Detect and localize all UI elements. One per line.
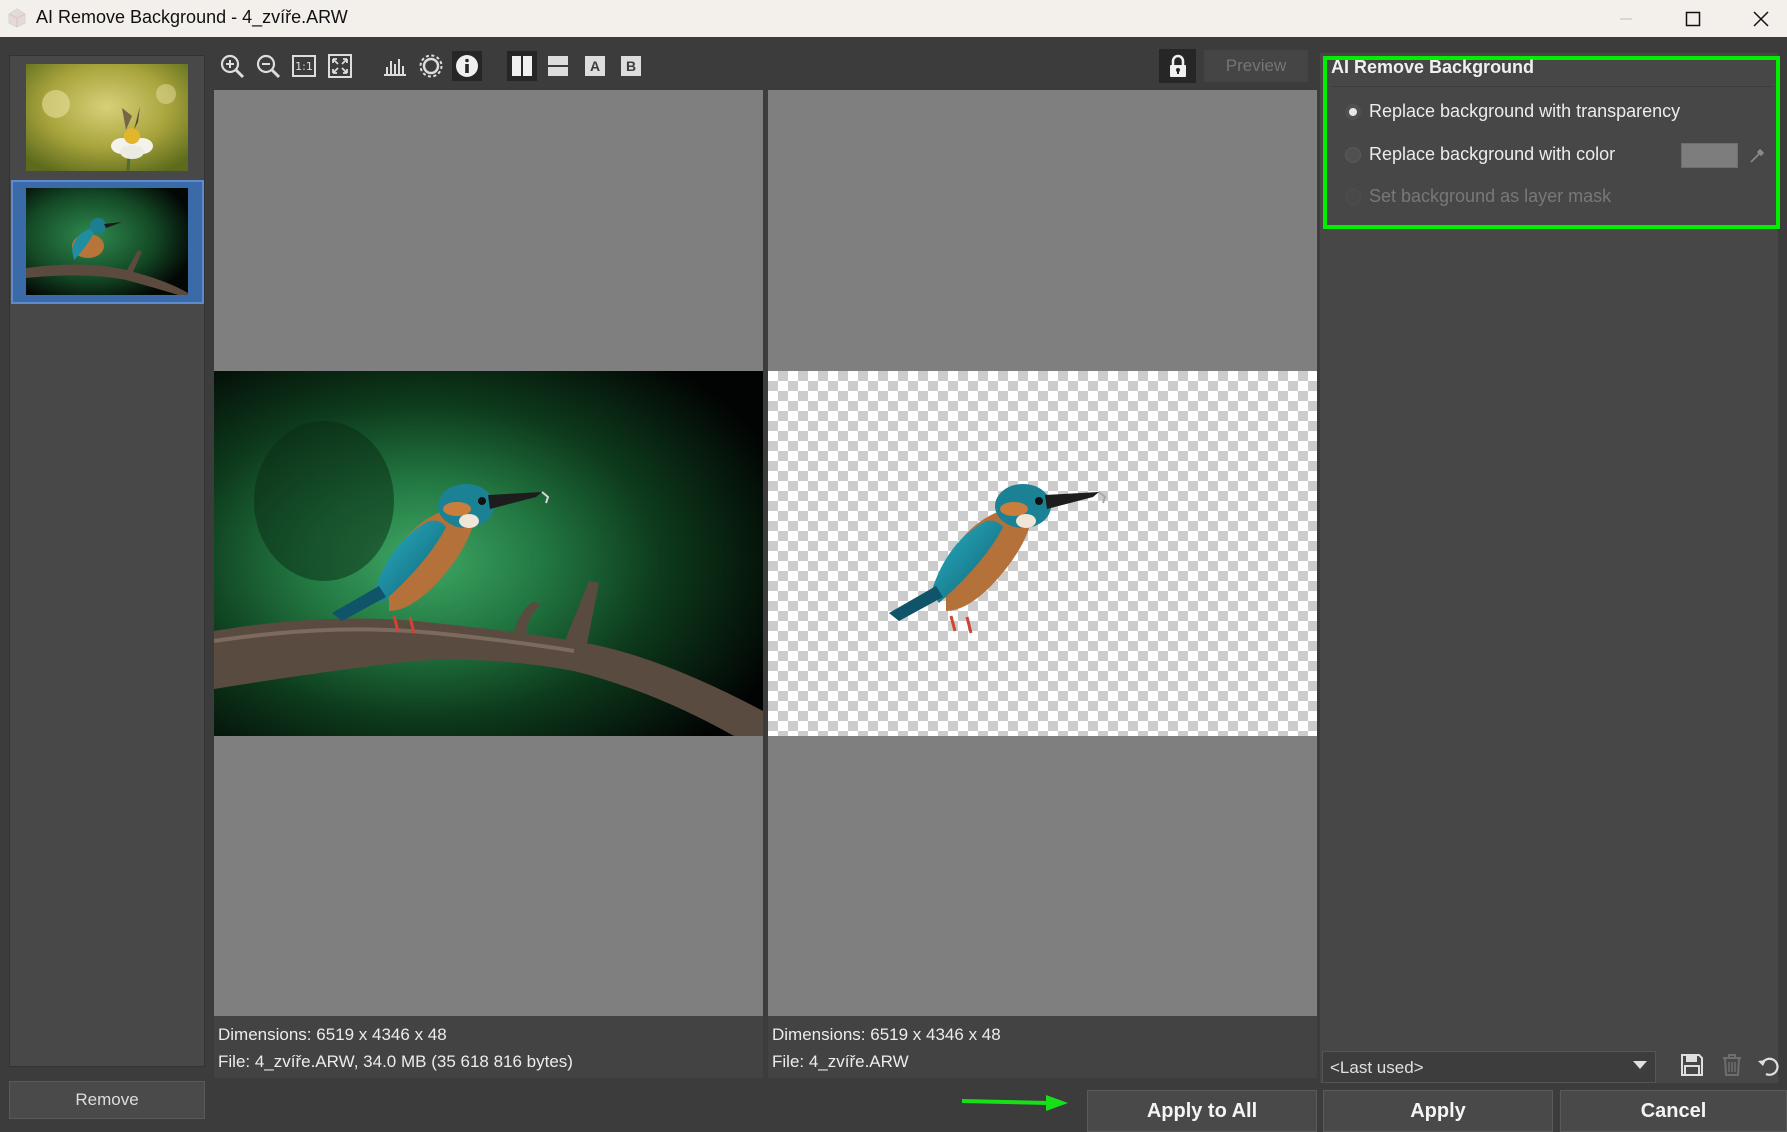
- fit-to-window-button[interactable]: [325, 51, 355, 81]
- split-horizontal-icon: [548, 56, 568, 76]
- actual-size-icon: 1:1: [292, 55, 316, 77]
- trash-icon: [1723, 1054, 1741, 1076]
- options-title: AI Remove Background: [1331, 57, 1535, 77]
- split-horizontal-button[interactable]: [543, 51, 573, 81]
- thumbnail-butterfly[interactable]: [26, 64, 188, 171]
- maximize-button[interactable]: [1664, 0, 1722, 37]
- save-icon: [1681, 1054, 1703, 1076]
- remove-button[interactable]: Remove: [9, 1081, 205, 1119]
- window-title: AI Remove Background - 4_zvíře.ARW: [36, 7, 348, 27]
- zoom-in-icon: [220, 54, 245, 79]
- original-photo: [214, 371, 763, 736]
- radio-transparency-label[interactable]: Replace background with transparency: [1369, 101, 1680, 122]
- cancel-button[interactable]: Cancel: [1560, 1090, 1787, 1132]
- app-icon: [8, 8, 26, 28]
- apply-button[interactable]: Apply: [1323, 1090, 1553, 1132]
- info-button[interactable]: [452, 51, 482, 81]
- original-file-text: File: 4_zvíře.ARW, 34.0 MB (35 618 816 b…: [218, 1052, 573, 1071]
- close-icon: [1753, 10, 1769, 27]
- zoom-out-button[interactable]: [253, 51, 283, 81]
- preview-button[interactable]: Preview: [1204, 50, 1308, 82]
- close-button[interactable]: [1732, 0, 1787, 37]
- histogram-icon: [384, 59, 406, 76]
- histogram-button[interactable]: [380, 51, 410, 81]
- radio-color[interactable]: [1345, 147, 1361, 163]
- maximize-icon: [1685, 11, 1701, 26]
- minimize-icon: [1620, 18, 1632, 19]
- original-info-bar: Dimensions: 6519 x 4346 x 48 File: 4_zví…: [214, 1016, 763, 1078]
- save-preset-button[interactable]: [1678, 1050, 1706, 1080]
- radio-color-label[interactable]: Replace background with color: [1369, 144, 1615, 165]
- view-a-icon: A: [585, 56, 605, 76]
- result-photo-transparent: [768, 371, 1317, 736]
- result-file-text: File: 4_zvíře.ARW: [772, 1052, 909, 1071]
- undo-icon: [1758, 1057, 1779, 1076]
- zoom-out-icon: [256, 54, 281, 79]
- result-image-pane[interactable]: [768, 90, 1317, 1016]
- reset-preset-button[interactable]: [1755, 1050, 1783, 1080]
- info-icon: [456, 55, 478, 77]
- butterfly-thumbnail-image: [26, 64, 188, 171]
- lock-view-button[interactable]: [1159, 49, 1196, 83]
- eyedropper-button[interactable]: [1744, 143, 1770, 168]
- eyedropper-icon: [1750, 148, 1765, 163]
- title-bar: AI Remove Background - 4_zvíře.ARW: [0, 0, 1787, 37]
- radio-transparency[interactable]: [1345, 104, 1361, 120]
- minimize-button[interactable]: [1597, 0, 1655, 37]
- thumbnail-kingfisher[interactable]: [26, 188, 188, 295]
- zoom-in-button[interactable]: [217, 51, 247, 81]
- delete-preset-button[interactable]: [1718, 1050, 1746, 1080]
- view-a-button[interactable]: A: [580, 51, 610, 81]
- preset-dropdown[interactable]: <Last used>: [1322, 1051, 1656, 1083]
- view-b-icon: B: [621, 56, 641, 76]
- fit-to-window-icon: [328, 54, 352, 78]
- exposure-icon: [419, 54, 443, 78]
- green-arrow-annotation: [961, 1095, 1068, 1111]
- background-color-swatch[interactable]: [1681, 143, 1738, 168]
- split-vertical-icon: [512, 56, 532, 76]
- original-image-pane[interactable]: [214, 90, 763, 1016]
- original-dimensions-text: Dimensions: 6519 x 4346 x 48: [218, 1025, 447, 1044]
- view-b-button[interactable]: B: [616, 51, 646, 81]
- exposure-button[interactable]: [416, 51, 446, 81]
- options-divider: [1330, 86, 1774, 87]
- split-vertical-button[interactable]: [507, 51, 537, 81]
- radio-layer-mask[interactable]: [1345, 189, 1361, 205]
- chevron-down-icon: [1633, 1061, 1647, 1069]
- result-dimensions-text: Dimensions: 6519 x 4346 x 48: [772, 1025, 1001, 1044]
- apply-to-all-button[interactable]: Apply to All: [1087, 1090, 1317, 1132]
- lock-icon: [1169, 54, 1186, 77]
- result-info-bar: Dimensions: 6519 x 4346 x 48 File: 4_zví…: [768, 1016, 1317, 1078]
- kingfisher-thumbnail-image: [26, 188, 188, 295]
- radio-layer-mask-label[interactable]: Set background as layer mask: [1369, 186, 1611, 207]
- actual-size-button[interactable]: 1:1: [289, 51, 319, 81]
